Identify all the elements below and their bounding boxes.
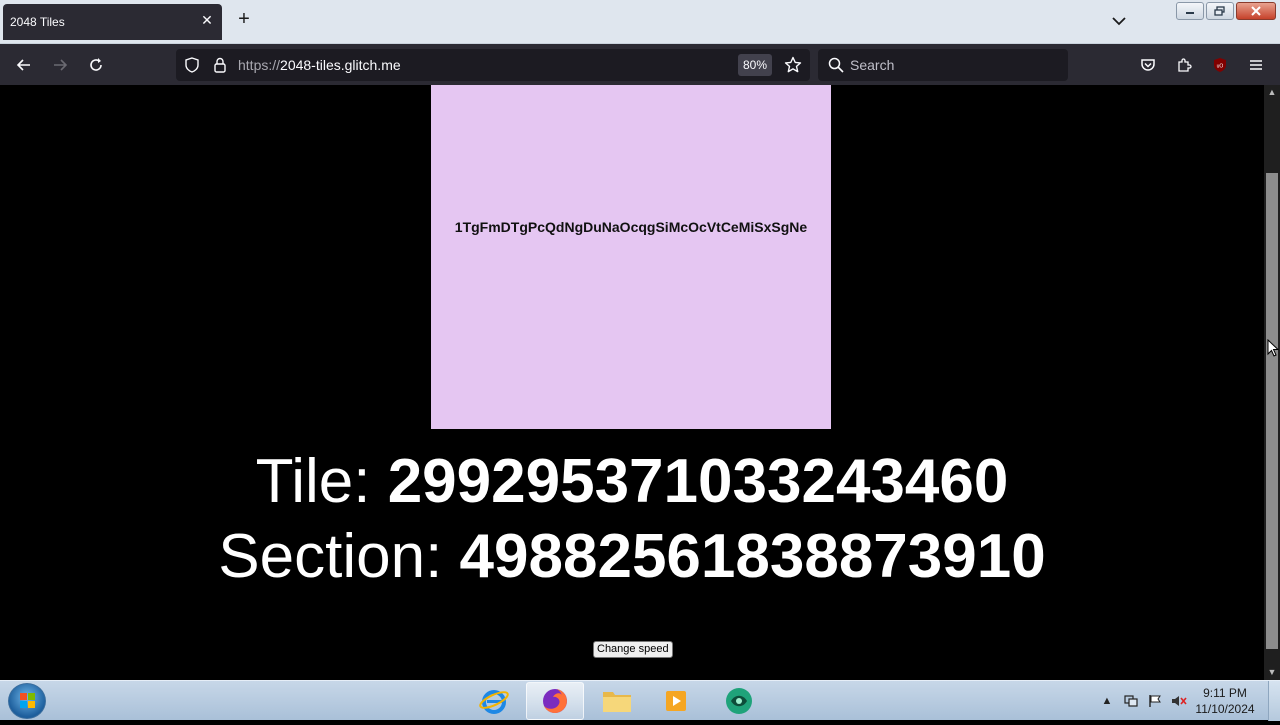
search-bar[interactable]: Search: [818, 49, 1068, 81]
action-center-flag-icon[interactable]: [1147, 693, 1163, 709]
tab-title: 2048 Tiles: [10, 15, 65, 29]
clock-time: 9:11 PM: [1203, 686, 1247, 700]
url-text[interactable]: https://2048-tiles.glitch.me: [238, 57, 401, 73]
clock-date: 11/10/2024: [1195, 702, 1255, 716]
taskbar-clock[interactable]: 9:11 PM 11/10/2024: [1190, 685, 1260, 717]
tile-code-text: 1TgFmDTgPcQdNgDuNaOcqgSiMcOcVtCeMiSxSgNe: [454, 219, 808, 235]
extensions-puzzle-icon[interactable]: [1174, 55, 1194, 75]
windows-logo-icon: [20, 693, 35, 708]
tab-close-icon[interactable]: ✕: [200, 13, 214, 27]
menu-hamburger-icon[interactable]: [1246, 55, 1266, 75]
url-host: 2048-tiles.glitch.me: [280, 57, 401, 73]
network-icon[interactable]: [1123, 693, 1139, 709]
tile-label: Tile:: [255, 447, 388, 516]
internet-explorer-taskbar-icon[interactable]: [465, 682, 523, 720]
pocket-icon[interactable]: [1138, 55, 1158, 75]
file-explorer-taskbar-icon[interactable]: [588, 682, 646, 720]
search-placeholder: Search: [850, 57, 895, 73]
navigation-toolbar: https://2048-tiles.glitch.me 80% Search …: [0, 44, 1280, 85]
bookmark-star-icon[interactable]: [783, 55, 803, 75]
new-tab-button[interactable]: +: [234, 9, 254, 30]
reload-icon[interactable]: [86, 55, 106, 75]
scrollbar-thumb[interactable]: [1266, 173, 1278, 649]
section-number-line: Section: 49882561838873910: [0, 522, 1264, 592]
search-icon: [826, 55, 846, 75]
app-taskbar-icon[interactable]: [710, 682, 768, 720]
tab-strip: 2048 Tiles ✕ +: [0, 0, 1280, 44]
media-player-taskbar-icon[interactable]: [648, 682, 706, 720]
change-speed-button[interactable]: Change speed: [593, 641, 673, 658]
windows-taskbar: ▲ 9:11 PM 11/10/2024: [0, 680, 1280, 721]
page-scrollbar[interactable]: ▲ ▼: [1264, 85, 1280, 680]
scroll-up-arrow-icon[interactable]: ▲: [1267, 87, 1277, 97]
tile-number: 299295371033243460: [387, 447, 1009, 516]
svg-text:uO: uO: [1217, 64, 1224, 70]
zoom-level-badge[interactable]: 80%: [738, 54, 773, 76]
scroll-down-arrow-icon[interactable]: ▼: [1267, 667, 1277, 677]
tile-number-line: Tile: 299295371033243460: [0, 447, 1264, 517]
forward-arrow-icon[interactable]: [50, 55, 70, 75]
url-scheme: https://: [238, 57, 281, 73]
show-desktop-button[interactable]: [1268, 681, 1280, 721]
list-all-tabs-chevron-icon[interactable]: [1110, 12, 1128, 30]
back-arrow-icon[interactable]: [14, 55, 34, 75]
firefox-taskbar-icon[interactable]: [526, 682, 584, 720]
page-viewport: 1TgFmDTgPcQdNgDuNaOcqgSiMcOcVtCeMiSxSgNe…: [0, 85, 1264, 680]
close-window-button[interactable]: [1236, 2, 1276, 20]
ublock-origin-icon[interactable]: uO: [1210, 55, 1230, 75]
section-number: 49882561838873910: [459, 522, 1046, 591]
browser-tab[interactable]: 2048 Tiles ✕: [3, 4, 222, 40]
show-hidden-icons-arrow-icon[interactable]: ▲: [1099, 693, 1115, 709]
section-label: Section:: [218, 522, 460, 591]
lock-icon[interactable]: [210, 55, 230, 75]
tracking-shield-icon[interactable]: [182, 55, 202, 75]
start-button[interactable]: [8, 683, 46, 719]
volume-muted-icon[interactable]: [1171, 693, 1187, 709]
url-bar[interactable]: https://2048-tiles.glitch.me 80%: [176, 49, 810, 81]
mouse-cursor-icon: [1267, 339, 1279, 357]
restore-button[interactable]: [1206, 2, 1234, 20]
window-controls: [1176, 2, 1276, 20]
tile-display: 1TgFmDTgPcQdNgDuNaOcqgSiMcOcVtCeMiSxSgNe: [431, 85, 831, 429]
minimize-button[interactable]: [1176, 2, 1204, 20]
